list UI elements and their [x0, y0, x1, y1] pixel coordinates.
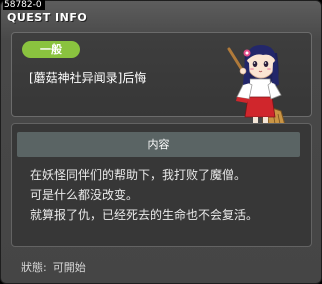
shrine-maiden-npc-icon	[227, 45, 286, 126]
quest-info-window: 58782-0 QUEST INFO 一般 [蘑菇神社异闻录]后悔 内容 在妖怪…	[0, 0, 322, 284]
window-title: QUEST INFO	[7, 11, 88, 24]
window-id-label: 58782-0	[3, 0, 45, 10]
quest-status-row: 狀態: 可開始	[21, 259, 92, 275]
description-line-2: 可是什么都没改变。	[30, 188, 139, 202]
description-line-1: 在妖怪同伴们的帮助下，我打败了魔僧。	[30, 168, 247, 182]
quest-category-badge: 一般	[22, 41, 80, 58]
status-label: 狀態:	[21, 261, 47, 274]
content-header: 内容	[17, 132, 300, 157]
description-line-3: 就算报了仇，已经死去的生命也不会复活。	[30, 208, 259, 222]
status-value: 可開始	[52, 261, 86, 274]
quest-title: [蘑菇神社异闻录]后悔	[29, 71, 147, 85]
